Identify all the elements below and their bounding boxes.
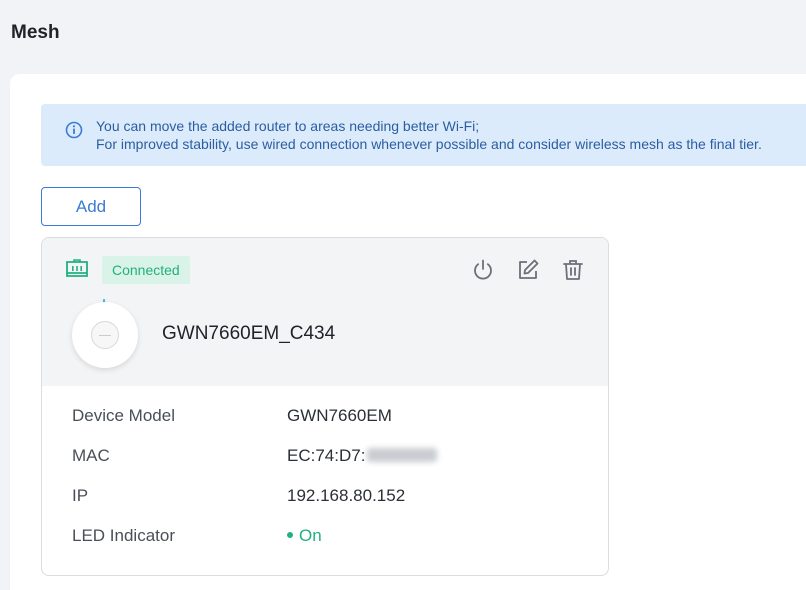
banner-line-2: For improved stability, use wired connec… (96, 136, 762, 152)
detail-value: GWN7660EM (287, 406, 392, 425)
device-image (72, 302, 138, 368)
detail-label: Device Model (72, 406, 175, 425)
detail-row-led: LED Indicator On (72, 526, 592, 566)
mac-visible-part: EC:74:D7: (287, 446, 366, 465)
device-name: GWN7660EM_C434 (162, 323, 336, 344)
banner-line-1: You can move the added router to areas n… (96, 118, 480, 134)
detail-row-mac: MAC EC:74:D7: (72, 446, 592, 486)
detail-label: IP (72, 486, 89, 505)
status-badge: Connected (102, 256, 190, 284)
led-status: On (287, 526, 322, 546)
delete-icon[interactable] (561, 258, 585, 282)
edit-icon[interactable] (516, 258, 540, 282)
detail-row-ip: IP 192.168.80.152 (72, 486, 592, 526)
device-details: Device Model GWN7660EM MAC EC:74:D7: IP … (72, 406, 592, 566)
add-button[interactable]: Add (41, 187, 141, 226)
ethernet-icon (66, 259, 88, 277)
detail-row-model: Device Model GWN7660EM (72, 406, 592, 446)
info-banner: You can move the added router to areas n… (41, 104, 806, 166)
status-dot (287, 532, 293, 538)
device-card-header: Connected GWN7660EM_C434 (42, 238, 608, 386)
mesh-panel: You can move the added router to areas n… (10, 74, 806, 590)
mac-redacted-part (367, 448, 438, 462)
detail-label: MAC (72, 446, 110, 465)
page-title: Mesh (11, 22, 60, 43)
power-icon[interactable] (471, 258, 495, 282)
detail-value-mac: EC:74:D7: (287, 446, 438, 466)
detail-label: LED Indicator (72, 526, 175, 545)
info-icon (65, 121, 83, 139)
led-status-text: On (299, 526, 322, 545)
device-card: Connected GWN7660EM_C434 Device Model GW… (41, 237, 609, 576)
detail-value: 192.168.80.152 (287, 486, 406, 505)
